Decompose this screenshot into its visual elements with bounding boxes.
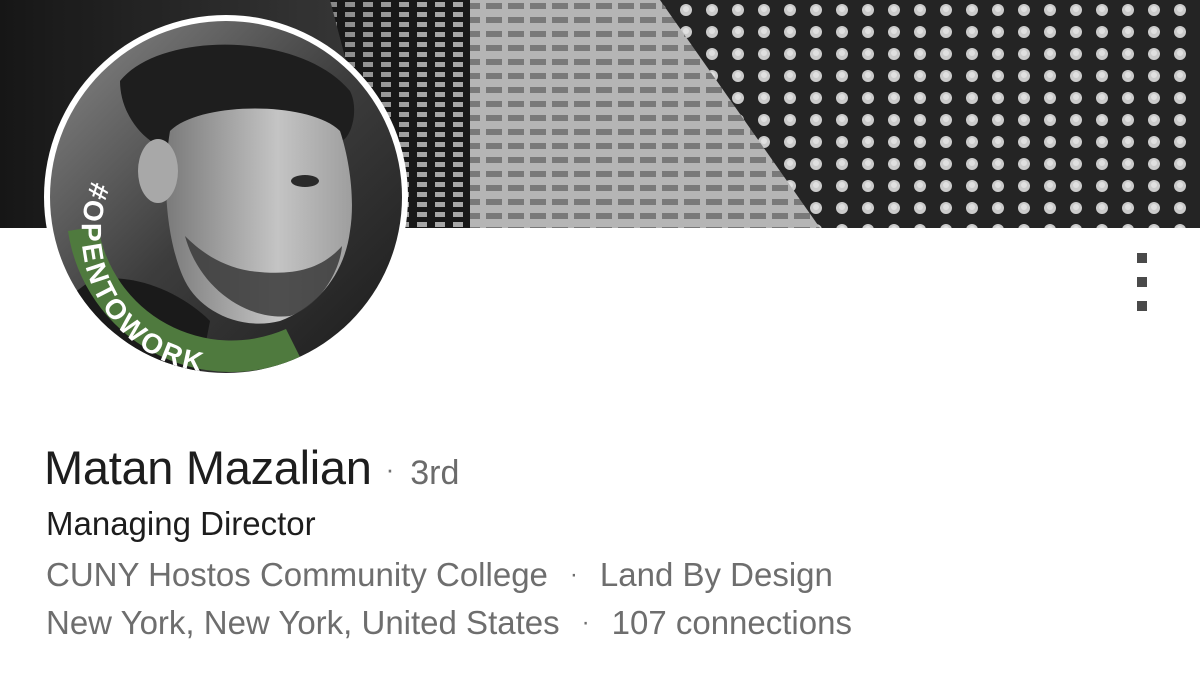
connections-link[interactable]: 107 connections: [612, 604, 852, 642]
education-company-row: CUNY Hostos Community College · Land By …: [46, 556, 833, 594]
profile-photo-frame[interactable]: #OPENTOWORK: [44, 15, 408, 379]
separator-dot: ·: [569, 561, 578, 588]
ellipsis-dot: [1137, 301, 1147, 311]
vertical-ellipsis-icon: [1137, 253, 1147, 263]
connection-degree: 3rd: [410, 454, 460, 492]
name-row: Matan Mazalian · 3rd: [44, 440, 459, 496]
education-link[interactable]: CUNY Hostos Community College: [46, 556, 548, 594]
ellipsis-dot: [1137, 277, 1147, 287]
separator-dot: ·: [385, 454, 395, 484]
profile-headline: Managing Director: [46, 505, 316, 542]
profile-name: Matan Mazalian: [44, 441, 372, 494]
location-text: New York, New York, United States: [46, 604, 560, 641]
company-link[interactable]: Land By Design: [600, 556, 833, 594]
separator-dot: ·: [581, 609, 590, 636]
location-connections-row: New York, New York, United States · 107 …: [46, 604, 852, 642]
avatar[interactable]: #OPENTOWORK: [50, 21, 402, 373]
more-options-button[interactable]: [1130, 253, 1154, 313]
